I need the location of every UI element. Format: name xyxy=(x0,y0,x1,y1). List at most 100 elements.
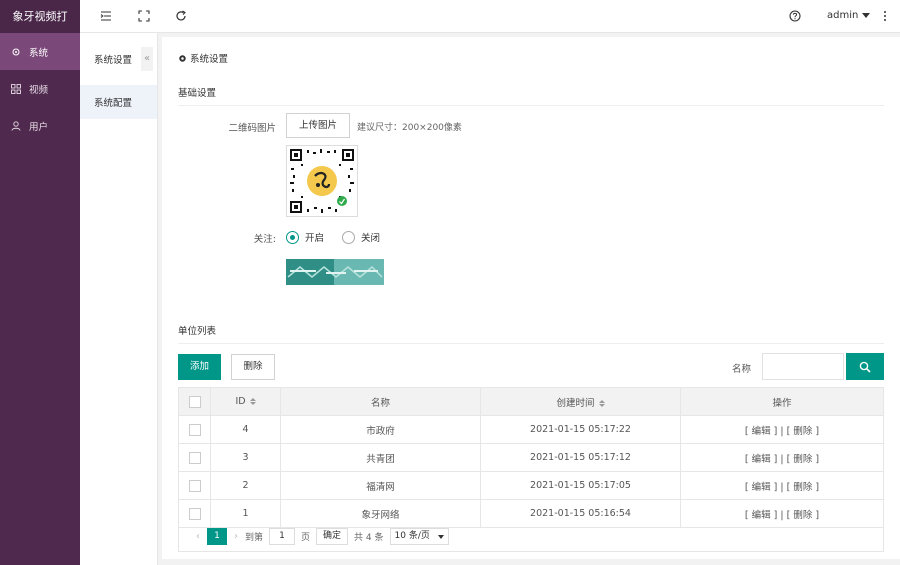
subnav-item-system-config[interactable]: 系统配置 xyxy=(80,85,157,119)
cell-name: 市政府 xyxy=(280,415,481,444)
qr-code-image xyxy=(286,145,358,217)
sort-icon[interactable] xyxy=(249,398,256,405)
select-all-checkbox[interactable] xyxy=(188,395,201,408)
row-checkbox[interactable] xyxy=(188,479,201,492)
sidebar-item-video[interactable]: 视频 xyxy=(0,70,80,107)
captcha-image[interactable] xyxy=(286,259,384,285)
radio-close-label: 关闭 xyxy=(361,233,381,244)
username-label: admin xyxy=(827,10,859,21)
section-list-title: 单位列表 xyxy=(178,326,217,337)
unit-table: ID 名称 创建时间 操作 4 市政府 2021-01-15 05:17:22 … xyxy=(178,387,884,528)
grid-icon xyxy=(11,83,21,94)
subnav-title-label: 系统设置 xyxy=(94,55,133,66)
row-checkbox[interactable] xyxy=(188,423,201,436)
radio-unchecked-icon xyxy=(342,230,355,244)
col-actions: 操作 xyxy=(680,387,884,416)
section-basic-title: 基础设置 xyxy=(178,88,217,99)
content-panel: 系统设置 基础设置 二维码图片 上传图片 建议尺寸：200×200像素 关注: xyxy=(162,37,900,559)
sidebar-item-system[interactable]: 系统 xyxy=(0,33,80,70)
sidebar-item-user[interactable]: 用户 xyxy=(0,107,80,144)
delete-link[interactable]: [ 删除 ] xyxy=(787,510,819,521)
radio-close[interactable]: 关闭 xyxy=(342,230,380,244)
per-page-select[interactable]: 10 条/页 xyxy=(389,528,449,545)
table-row: 4 市政府 2021-01-15 05:17:22 [ 编辑 ] | [ 删除 … xyxy=(178,415,884,444)
edit-link[interactable]: [ 编辑 ] xyxy=(745,482,777,493)
top-header: admin xyxy=(80,0,900,33)
col-id[interactable]: ID xyxy=(210,387,281,416)
row-select-cell xyxy=(178,471,211,500)
cell-id: 2 xyxy=(210,471,281,500)
sidebar-item-label: 用户 xyxy=(29,121,49,133)
sub-sidebar: 系统设置 « 系统配置 xyxy=(80,33,158,565)
cell-name: 共青团 xyxy=(280,443,481,472)
delete-link[interactable]: [ 删除 ] xyxy=(787,482,819,493)
fullscreen-icon[interactable] xyxy=(138,10,150,22)
delete-link[interactable]: [ 删除 ] xyxy=(787,454,819,465)
cell-id: 3 xyxy=(210,443,281,472)
cell-name: 福清网 xyxy=(280,471,481,500)
table-row: 3 共青团 2021-01-15 05:17:12 [ 编辑 ] | [ 删除 … xyxy=(178,443,884,472)
total-count: 共 4 条 xyxy=(354,533,384,543)
divider xyxy=(178,105,884,106)
upload-image-button[interactable]: 上传图片 xyxy=(286,113,350,138)
search-icon xyxy=(859,361,871,373)
row-select-cell xyxy=(178,443,211,472)
user-menu[interactable]: admin xyxy=(827,10,871,21)
col-created[interactable]: 创建时间 xyxy=(480,387,681,416)
follow-label: 关注: xyxy=(253,234,276,245)
refresh-icon[interactable] xyxy=(175,10,187,22)
cell-actions: [ 编辑 ] | [ 删除 ] xyxy=(680,471,884,500)
table-header-row: ID 名称 创建时间 操作 xyxy=(178,387,884,416)
upload-hint: 建议尺寸：200×200像素 xyxy=(357,123,462,133)
row-checkbox[interactable] xyxy=(188,451,201,464)
select-all-cell xyxy=(178,387,211,416)
row-checkbox[interactable] xyxy=(188,507,201,520)
search-button[interactable] xyxy=(846,353,884,380)
help-icon[interactable] xyxy=(789,10,801,22)
subnav-title: 系统设置 « xyxy=(80,33,157,85)
chevron-down-icon xyxy=(862,13,871,18)
qr-code-icon xyxy=(290,149,354,213)
edit-link[interactable]: [ 编辑 ] xyxy=(745,426,777,437)
sidebar-item-label: 视频 xyxy=(29,84,49,96)
per-page-value: 10 条/页 xyxy=(394,531,430,541)
edit-link[interactable]: [ 编辑 ] xyxy=(745,454,777,465)
chevron-down-icon xyxy=(437,534,444,539)
goto-confirm-button[interactable]: 确定 xyxy=(316,528,349,545)
menu-fold-icon[interactable] xyxy=(100,10,112,22)
more-icon[interactable] xyxy=(879,10,891,22)
cell-created: 2021-01-15 05:17:05 xyxy=(480,471,681,500)
sort-icon[interactable] xyxy=(598,399,605,407)
prev-page-icon[interactable]: ‹ xyxy=(196,531,200,542)
cell-actions: [ 编辑 ] | [ 删除 ] xyxy=(680,415,884,444)
edit-link[interactable]: [ 编辑 ] xyxy=(745,510,777,521)
table-row: 2 福清网 2021-01-15 05:17:05 [ 编辑 ] | [ 删除 … xyxy=(178,471,884,500)
radio-open[interactable]: 开启 xyxy=(286,230,324,244)
delete-button[interactable]: 删除 xyxy=(231,354,275,380)
add-button[interactable]: 添加 xyxy=(178,354,221,380)
page-current[interactable]: 1 xyxy=(207,528,227,545)
app-logo[interactable]: 象牙视频打 xyxy=(0,0,80,33)
collapse-icon[interactable]: « xyxy=(141,47,153,71)
goto-page-input[interactable]: 1 xyxy=(269,528,296,545)
page-unit-label: 页 xyxy=(301,533,311,543)
col-created-label: 创建时间 xyxy=(556,397,595,409)
page-title: 系统设置 xyxy=(178,51,228,65)
page-title-text: 系统设置 xyxy=(190,54,229,65)
delete-link[interactable]: [ 删除 ] xyxy=(787,426,819,437)
main-sidebar: 象牙视频打 系统 视频 用户 xyxy=(0,0,80,565)
gear-icon xyxy=(12,48,20,55)
row-select-cell xyxy=(178,415,211,444)
search-input[interactable] xyxy=(762,353,844,380)
cell-actions: [ 编辑 ] | [ 删除 ] xyxy=(680,443,884,472)
user-icon xyxy=(11,120,21,131)
subnav-item-label: 系统配置 xyxy=(94,98,133,109)
radio-open-label: 开启 xyxy=(305,233,325,244)
next-page-icon[interactable]: › xyxy=(234,531,238,542)
sidebar-item-label: 系统 xyxy=(29,47,49,59)
cell-id: 4 xyxy=(210,415,281,444)
cell-created: 2021-01-15 05:17:22 xyxy=(480,415,681,444)
divider xyxy=(178,343,884,344)
pagination: ‹ 1 › 到第 1 页 确定 共 4 条 10 条/页 xyxy=(178,522,884,552)
col-id-label: ID xyxy=(235,396,246,407)
